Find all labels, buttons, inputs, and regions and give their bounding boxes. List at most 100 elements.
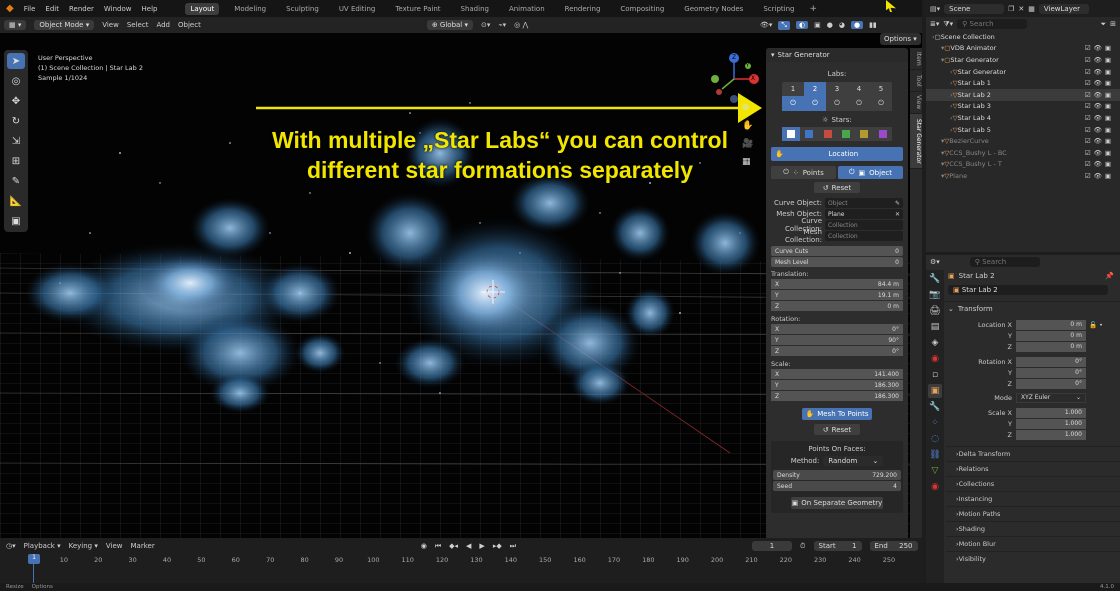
eyedropper-icon[interactable]: ✎	[895, 200, 900, 207]
add-cube-tool-icon[interactable]: ▣	[7, 213, 25, 229]
shading-rendered-icon[interactable]: ●	[850, 21, 864, 29]
star-color-1-swatch[interactable]	[782, 127, 801, 141]
outliner-search-input[interactable]: ⚲ Search	[957, 19, 1028, 29]
scale-z-field[interactable]: Z 186.300	[771, 391, 903, 402]
menu-file[interactable]: File	[24, 5, 36, 13]
visibility-toggles-icon[interactable]: ☑👁▣	[1085, 137, 1114, 145]
visibility-toggles-icon[interactable]: ☑👁▣	[1085, 56, 1114, 64]
scale-y-field[interactable]: 1.000	[1016, 418, 1086, 429]
lock-icon[interactable]: 🔓	[1089, 321, 1097, 329]
header-menu-object[interactable]: Object	[178, 21, 201, 29]
constraints-tab-icon[interactable]: ⛓	[928, 448, 942, 462]
transform-orientation-dropdown[interactable]: ⊕ Global ▾	[426, 20, 474, 30]
workspace-tab-animation[interactable]: Animation	[504, 3, 550, 15]
lab-1-power-icon[interactable]: ⏻	[782, 96, 804, 111]
scene-close-icon[interactable]: ✕	[1018, 5, 1024, 13]
workspace-tab-geometry-nodes[interactable]: Geometry Nodes	[679, 3, 748, 15]
visibility-toggles-icon[interactable]: ☑👁▣	[1085, 114, 1114, 122]
blender-logo-icon[interactable]: ◆	[6, 3, 14, 14]
property-section-header[interactable]: › Delta Transform	[946, 446, 1120, 461]
workspace-tab-texture-paint[interactable]: Texture Paint	[390, 3, 445, 15]
scale-x-field[interactable]: 1.000	[1016, 407, 1086, 418]
outliner-row[interactable]: ▾ ▢ VDB Animator ☑👁▣	[926, 43, 1120, 55]
rotation-y-field[interactable]: 0°	[1016, 367, 1086, 378]
navigation-gizmo[interactable]: X Y Z	[708, 53, 760, 105]
world-tab-icon[interactable]: ◉	[928, 352, 942, 366]
scene-dropdown[interactable]: Scene	[944, 3, 1005, 14]
add-workspace-button[interactable]: +	[809, 4, 817, 14]
location-x-field[interactable]: 0 m	[1016, 319, 1086, 330]
scale-y-field[interactable]: Y 186.300	[771, 380, 903, 391]
menu-window[interactable]: Window	[104, 5, 132, 13]
rotation-x-field[interactable]: 0°	[1016, 356, 1086, 367]
tab-item[interactable]: Item	[910, 48, 922, 70]
output-tab-icon[interactable]: 🖨	[928, 304, 942, 318]
outliner-row[interactable]: › ▽ Star Lab 2 ☑👁▣	[926, 88, 1120, 101]
visibility-toggles-icon[interactable]: ☑👁▣	[1085, 102, 1114, 110]
translation-y-field[interactable]: Y 19.1 m	[771, 290, 903, 301]
visibility-toggles-icon[interactable]: ☑👁▣	[1085, 68, 1114, 76]
cursor-tool-icon[interactable]: ◎	[7, 73, 25, 89]
curve-object-field[interactable]: Object ✎	[825, 198, 903, 208]
outliner-row[interactable]: ▾ ▽ BezierCurve ☑👁▣	[926, 135, 1120, 147]
on-separate-geometry-button[interactable]: ▣ On Separate Geometry	[791, 497, 883, 509]
property-section-header[interactable]: › Collections	[946, 476, 1120, 491]
properties-search-input[interactable]: ⚲ Search	[969, 257, 1040, 267]
shading-solid-icon[interactable]: ●	[827, 21, 833, 29]
lab-5-power-icon[interactable]: ⏻	[870, 96, 892, 111]
camera-icon[interactable]: 🎥	[742, 139, 753, 149]
property-section-header[interactable]: › Instancing	[946, 491, 1120, 506]
annotate-tool-icon[interactable]: ✎	[7, 173, 25, 189]
playhead[interactable]: 1	[28, 554, 40, 564]
physics-tab-icon[interactable]: ◌	[928, 432, 942, 446]
workspace-tab-shading[interactable]: Shading	[456, 3, 494, 15]
method-dropdown[interactable]: Random ⌄	[823, 456, 884, 466]
measure-tool-icon[interactable]: 📐	[7, 193, 25, 209]
outliner-row[interactable]: ▾ ▢ Star Generator ☑👁▣	[926, 54, 1120, 66]
workspace-tab-scripting[interactable]: Scripting	[758, 3, 799, 15]
pivot-icon[interactable]: ⊙▾	[481, 21, 490, 29]
shading-material-icon[interactable]: ◕	[839, 21, 845, 29]
header-menu-view[interactable]: View	[102, 21, 119, 29]
property-section-header[interactable]: › Motion Paths	[946, 506, 1120, 521]
translation-x-field[interactable]: X 84.4 m	[771, 279, 903, 290]
scale-x-field[interactable]: X 141.400	[771, 369, 903, 380]
reset-button-2[interactable]: ↺ Reset	[814, 424, 860, 435]
outliner-row[interactable]: ▾ ▽ CCS_Bushy L - T ☑👁▣	[926, 159, 1120, 171]
visibility-toggles-icon[interactable]: ☑👁▣	[1085, 126, 1114, 134]
curve-collection-field[interactable]: Collection	[825, 220, 903, 230]
menu-edit[interactable]: Edit	[45, 5, 59, 13]
lab-2-button[interactable]: 2	[804, 82, 826, 96]
property-section-header[interactable]: › Motion Blur	[946, 536, 1120, 551]
location-z-field[interactable]: 0 m	[1016, 341, 1086, 352]
mesh-to-points-button[interactable]: ✋ Mesh To Points	[802, 408, 872, 420]
grid-view-icon[interactable]: ▦	[742, 157, 753, 167]
clear-icon[interactable]: ✕	[895, 211, 900, 218]
lab-4-button[interactable]: 4	[848, 82, 870, 96]
visibility-toggles-icon[interactable]: ☑👁▣	[1085, 79, 1114, 87]
modifiers-tab-icon[interactable]: 🔧	[928, 400, 942, 414]
object-tab-icon[interactable]: ▣	[928, 384, 942, 398]
material-tab-icon[interactable]: ◉	[928, 480, 942, 494]
funnel-icon[interactable]: ⏷	[1101, 20, 1107, 29]
pause-render-icon[interactable]: ▮▮	[869, 21, 877, 29]
rotation-y-field[interactable]: Y 90°	[771, 335, 903, 346]
select-tool-icon[interactable]: ➤	[7, 53, 25, 69]
workspace-tab-rendering[interactable]: Rendering	[560, 3, 606, 15]
display-mode-icon[interactable]: ≣▾	[930, 20, 939, 28]
scale-z-field[interactable]: 1.000	[1016, 429, 1086, 440]
zoom-icon[interactable]: ⊕	[742, 103, 753, 113]
transform-section-header[interactable]: ⌄ Transform	[926, 301, 1120, 315]
outliner-row[interactable]: ▾ ▽ CCS_Bushy L - BC ☑👁▣	[926, 147, 1120, 159]
object-toggle-button[interactable]: ⏻ ▣ Object	[838, 166, 903, 179]
visibility-toggles-icon[interactable]: ☑👁▣	[1085, 91, 1114, 99]
star-color-5-swatch[interactable]	[855, 130, 873, 138]
workspace-tab-compositing[interactable]: Compositing	[615, 3, 669, 15]
viewlayer-dropdown[interactable]: ViewLayer	[1038, 3, 1089, 14]
workspace-tab-modeling[interactable]: Modeling	[229, 3, 271, 15]
outliner-row[interactable]: › ▢ Scene Collection	[926, 31, 1120, 43]
star-generator-header[interactable]: ▾ Star Generator	[766, 48, 908, 62]
transform-tool-icon[interactable]: ⊞	[7, 153, 25, 169]
properties-editor-icon[interactable]: ⚙▾	[930, 258, 940, 266]
tab-tool[interactable]: Tool	[910, 70, 922, 92]
